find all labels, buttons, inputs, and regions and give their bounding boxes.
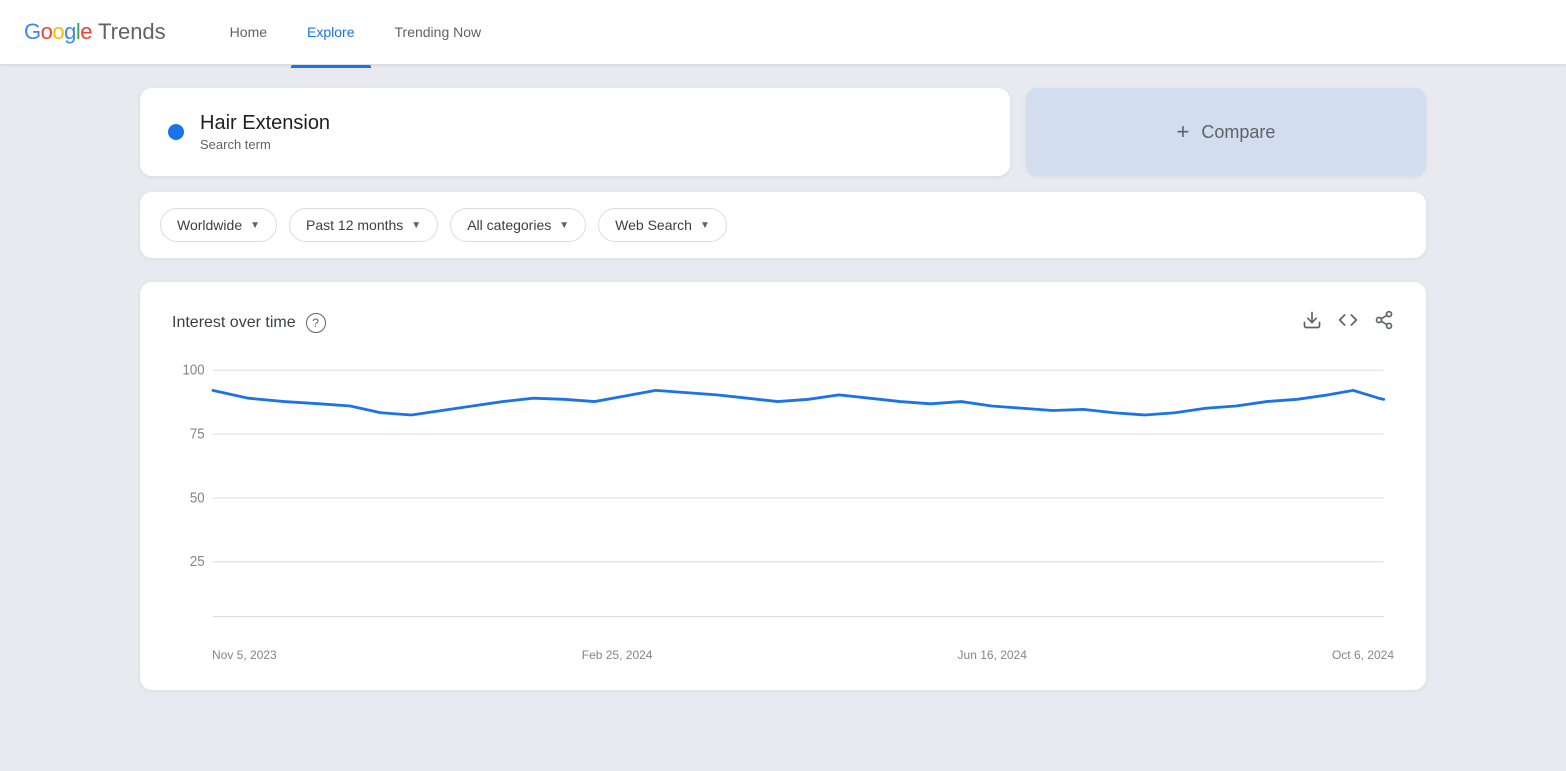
trends-wordmark: Trends (98, 19, 166, 45)
filter-time-label: Past 12 months (306, 217, 403, 233)
search-term-type: Search term (200, 137, 330, 152)
chevron-down-icon: ▼ (411, 220, 421, 231)
chart-actions (1302, 310, 1394, 335)
chevron-down-icon: ▼ (700, 220, 710, 231)
filter-search-type[interactable]: Web Search ▼ (598, 208, 727, 242)
search-term-dot (168, 124, 184, 140)
chevron-down-icon: ▼ (559, 220, 569, 231)
filter-category-label: All categories (467, 217, 551, 233)
svg-text:25: 25 (190, 553, 205, 570)
x-axis-labels: Nov 5, 2023 Feb 25, 2024 Jun 16, 2024 Oc… (172, 648, 1394, 662)
header: Google Trends Home Explore Trending Now (0, 0, 1566, 64)
filter-row: Worldwide ▼ Past 12 months ▼ All categor… (140, 192, 1426, 258)
chart-container: 100 75 50 25 Nov 5, 2023 Feb 25, 2024 Ju… (172, 359, 1394, 662)
x-label-1: Feb 25, 2024 (582, 648, 653, 662)
filter-category[interactable]: All categories ▼ (450, 208, 586, 242)
nav-item-home[interactable]: Home (214, 16, 283, 48)
x-label-0: Nov 5, 2023 (212, 648, 277, 662)
filter-location[interactable]: Worldwide ▼ (160, 208, 277, 242)
chart-title-group: Interest over time ? (172, 313, 326, 333)
compare-card[interactable]: + Compare (1026, 88, 1426, 176)
search-term-info: Hair Extension Search term (200, 112, 330, 152)
embed-icon[interactable] (1338, 310, 1358, 335)
filter-time[interactable]: Past 12 months ▼ (289, 208, 438, 242)
chevron-down-icon: ▼ (250, 220, 260, 231)
nav-item-trending[interactable]: Trending Now (379, 16, 498, 48)
search-term-card: Hair Extension Search term (140, 88, 1010, 176)
chart-title: Interest over time (172, 314, 296, 332)
chart-card: Interest over time ? (140, 282, 1426, 690)
trend-chart: 100 75 50 25 (172, 359, 1394, 639)
svg-text:75: 75 (190, 425, 205, 442)
logo: Google Trends (24, 19, 166, 45)
compare-plus-icon: + (1177, 119, 1190, 145)
svg-text:100: 100 (183, 361, 205, 378)
filter-search-type-label: Web Search (615, 217, 692, 233)
chart-header: Interest over time ? (172, 310, 1394, 335)
x-label-2: Jun 16, 2024 (958, 648, 1027, 662)
compare-label: Compare (1201, 122, 1275, 143)
x-label-3: Oct 6, 2024 (1332, 648, 1394, 662)
main-nav: Home Explore Trending Now (214, 16, 497, 48)
help-icon[interactable]: ? (306, 313, 326, 333)
main-content: Hair Extension Search term + Compare Wor… (0, 64, 1566, 714)
google-wordmark: Google (24, 19, 92, 45)
nav-item-explore[interactable]: Explore (291, 16, 370, 48)
search-compare-row: Hair Extension Search term + Compare (140, 88, 1426, 176)
svg-text:50: 50 (190, 489, 205, 506)
search-term-name: Hair Extension (200, 112, 330, 135)
filter-location-label: Worldwide (177, 217, 242, 233)
download-icon[interactable] (1302, 310, 1322, 335)
share-icon[interactable] (1374, 310, 1394, 335)
